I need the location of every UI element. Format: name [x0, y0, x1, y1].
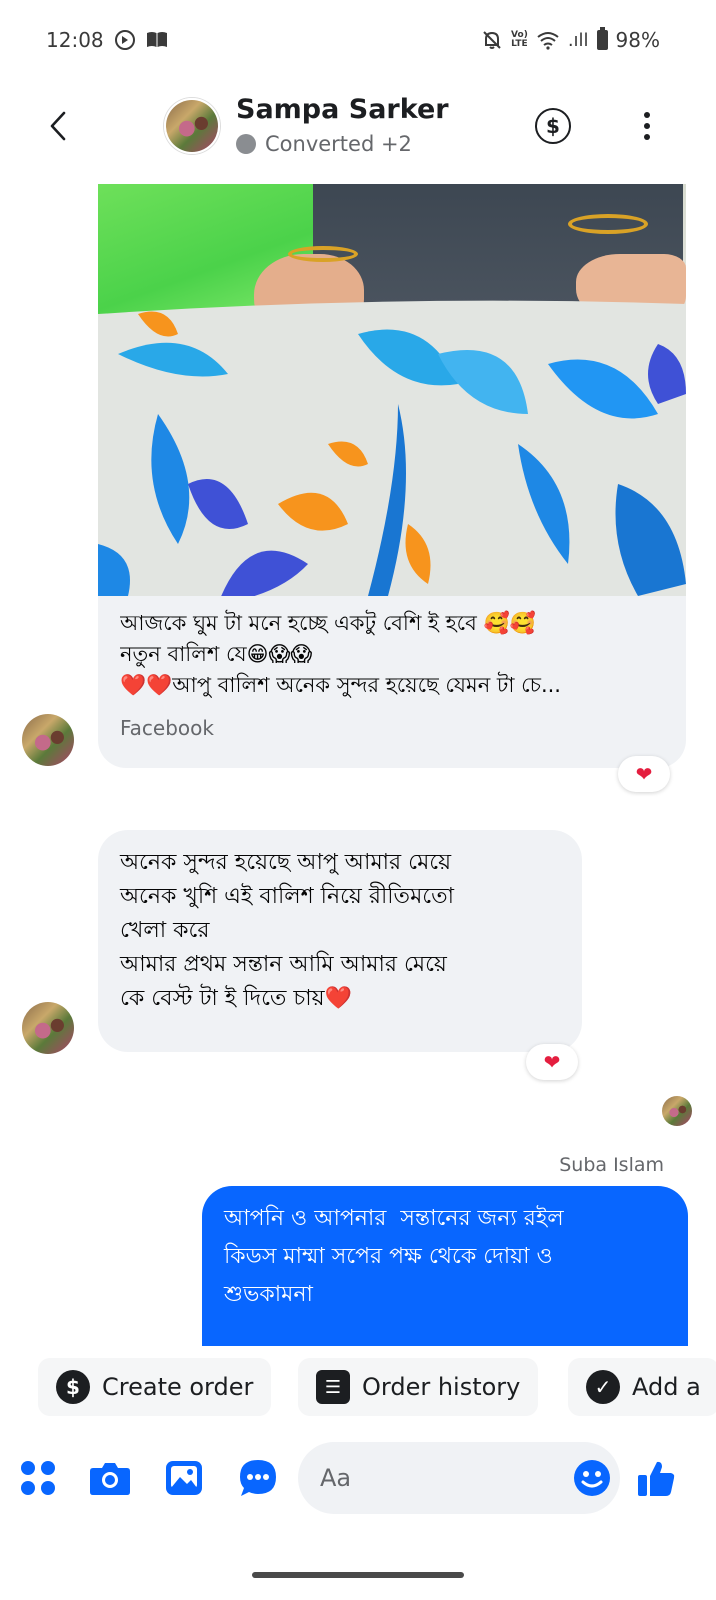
reaction-badge[interactable]: ❤: [618, 756, 670, 792]
more-dot: [644, 112, 650, 118]
outgoing-sender-name: Suba Islam: [559, 1154, 664, 1176]
volte-bottom: LTE: [511, 39, 528, 49]
create-order-label: Create order: [102, 1373, 254, 1401]
shared-post-card[interactable]: আজকে ঘুম টা মনে হচ্ছে একটু বেশি ই হবে 🥰🥰…: [98, 184, 686, 768]
saved-replies-button[interactable]: [236, 1456, 280, 1500]
wifi-icon: [537, 32, 559, 50]
status-left: 12:08: [46, 28, 168, 52]
add-label-button[interactable]: ✓ Add a: [568, 1358, 716, 1416]
camera-icon: [90, 1463, 130, 1495]
gallery-button[interactable]: [162, 1456, 206, 1500]
camera-button[interactable]: [88, 1456, 132, 1500]
reaction-badge[interactable]: ❤: [526, 1044, 578, 1080]
battery-level: 98%: [615, 28, 660, 52]
incoming-message[interactable]: অনেক সুন্দর হয়েছে আপু আমার মেয়ে অনেক খ…: [98, 830, 582, 1052]
like-button[interactable]: [634, 1456, 678, 1500]
message-line: অনেক খুশি এই বালিশ নিয়ে রীতিমতো: [120, 884, 455, 909]
chat-bubble-icon: [240, 1460, 276, 1496]
payment-button[interactable]: $: [535, 108, 571, 144]
volte-icon: Vo) LTE: [511, 31, 528, 49]
message-input-container[interactable]: [298, 1442, 620, 1514]
mute-icon: [483, 31, 501, 49]
message-line: অনেক সুন্দর হয়েছে আপু আমার মেয়ে: [120, 850, 452, 875]
status-label: Converted +2: [265, 132, 412, 156]
order-history-button[interactable]: ☰ Order history: [298, 1358, 539, 1416]
caption-line: আজকে ঘুম টা মনে হচ্ছে একটু বেশি ই হবে 🥰🥰: [120, 611, 536, 635]
sender-avatar[interactable]: [22, 1002, 74, 1054]
signal-icon: .ıll: [567, 29, 589, 51]
more-dot: [644, 134, 650, 140]
outgoing-message[interactable]: আপনি ও আপনার সন্তানের জন্য রইল কিডস মাম্…: [202, 1186, 688, 1346]
quick-actions-bar[interactable]: $ Create order ☰ Order history ✓ Add a: [0, 1346, 716, 1434]
seen-receipt-avatar: [662, 1096, 692, 1126]
order-history-label: Order history: [362, 1373, 521, 1401]
contact-status[interactable]: Converted +2: [236, 132, 412, 156]
more-options-button[interactable]: [632, 108, 662, 144]
receipt-icon: ☰: [316, 1370, 350, 1404]
smiley-icon: [574, 1460, 610, 1496]
data-saver-icon: [114, 30, 135, 50]
status-bar: 12:08 Vo) LTE .ıll 98%: [0, 0, 716, 84]
status-time: 12:08: [46, 28, 104, 52]
book-icon: [146, 32, 167, 47]
message-list[interactable]: আজকে ঘুম টা মনে হচ্ছে একটু বেশি ই হবে 🥰🥰…: [0, 168, 716, 1346]
add-label-text: Add a: [632, 1373, 701, 1401]
dollar-icon: $: [546, 114, 560, 138]
caption-line: ❤️❤️আপু বালিশ অনেক সুন্দর হয়েছে যেমন টা…: [120, 673, 561, 697]
message-composer: [0, 1434, 716, 1526]
message-input[interactable]: [320, 1456, 560, 1500]
apps-grid-icon: [21, 1461, 55, 1495]
contact-name[interactable]: Sampa Sarker: [236, 94, 449, 125]
shared-post-image[interactable]: [98, 184, 686, 596]
message-line: শুভকামনা: [224, 1282, 313, 1307]
shared-post-source: Facebook: [120, 716, 214, 740]
contact-avatar[interactable]: [164, 98, 220, 154]
apps-button[interactable]: [16, 1456, 60, 1500]
message-line: আপনি ও আপনার সন্তানের জন্য রইল: [224, 1206, 564, 1231]
image-icon: [166, 1461, 202, 1495]
heart-icon: ❤: [635, 762, 653, 786]
battery-icon: [596, 27, 608, 50]
caption-line: নতুন বালিশ যে😁😱😱: [120, 642, 313, 666]
message-line: কে বেস্ট টা ই দিতে চায়❤️: [120, 986, 353, 1011]
thumbs-up-icon: [638, 1461, 675, 1496]
message-line: আমার প্রথম সন্তান আমি আমার মেয়ে: [120, 952, 447, 977]
message-line: কিডস মাম্মা সপের পক্ষ থেকে দোয়া ও: [224, 1244, 553, 1269]
status-dot-icon: [236, 134, 256, 154]
checkmark-icon: ✓: [586, 1370, 620, 1404]
back-button[interactable]: [38, 106, 78, 146]
home-indicator[interactable]: [252, 1572, 464, 1578]
emoji-button[interactable]: [572, 1458, 612, 1498]
conversation-header: Sampa Sarker Converted +2 $: [0, 84, 716, 168]
chevron-left-icon: [50, 111, 66, 141]
dollar-icon: $: [56, 1370, 90, 1404]
shared-post-caption[interactable]: আজকে ঘুম টা মনে হচ্ছে একটু বেশি ই হবে 🥰🥰…: [120, 608, 668, 701]
message-line: খেলা করে: [120, 918, 210, 943]
more-dot: [644, 123, 650, 129]
status-right: Vo) LTE .ıll 98%: [481, 27, 660, 52]
create-order-button[interactable]: $ Create order: [38, 1358, 272, 1416]
sender-avatar[interactable]: [22, 714, 74, 766]
heart-icon: ❤: [543, 1050, 561, 1074]
